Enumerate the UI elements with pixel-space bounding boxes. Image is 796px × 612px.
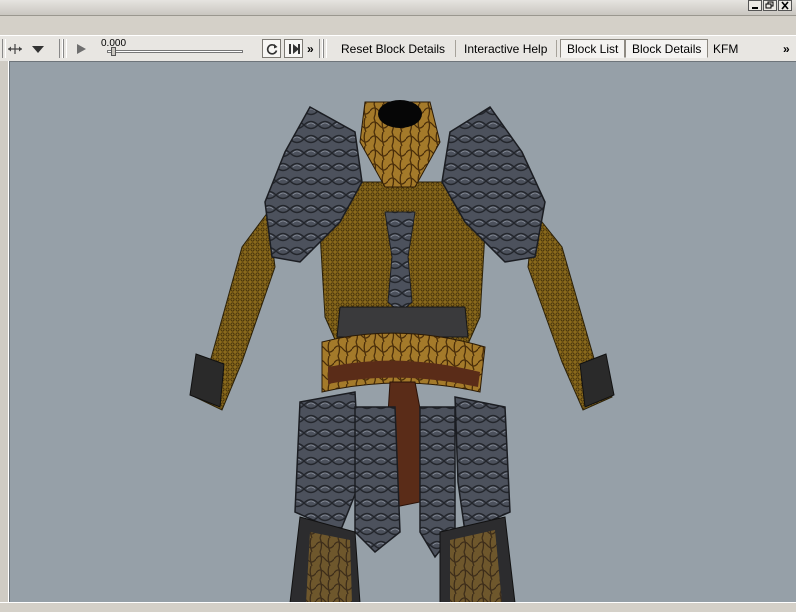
timeline-slider-thumb[interactable] (111, 47, 116, 56)
toolbar-grip[interactable] (323, 39, 327, 58)
play-icon[interactable] (71, 39, 90, 58)
armor-model[interactable] (10, 62, 796, 603)
dropdown-arrow-icon[interactable] (29, 39, 47, 58)
reset-block-details-button[interactable]: Reset Block Details (341, 36, 445, 61)
tab-block-details[interactable]: Block Details (625, 39, 709, 58)
window-controls (748, 0, 792, 11)
interactive-help-button[interactable]: Interactive Help (464, 36, 547, 61)
tab-kfm[interactable]: KFM (706, 39, 745, 58)
close-icon[interactable] (778, 0, 792, 11)
restore-icon[interactable] (763, 0, 777, 11)
timeline-slider[interactable] (107, 50, 243, 53)
toolbar-overflow-button[interactable]: » (783, 36, 790, 61)
left-panel-edge (0, 61, 9, 602)
toolbar-separator (455, 40, 456, 57)
toolbar-separator (556, 40, 557, 57)
window-titlebar (0, 0, 796, 16)
tab-block-list[interactable]: Block List (560, 39, 626, 58)
move-icon[interactable] (6, 39, 24, 58)
toolbar-grip[interactable] (63, 39, 67, 58)
loop-icon[interactable] (262, 39, 281, 58)
render-viewport[interactable] (9, 61, 796, 603)
toolbar-overflow-button[interactable]: » (307, 36, 314, 61)
minimize-icon[interactable] (748, 0, 762, 11)
step-play-icon[interactable] (284, 39, 303, 58)
main-toolbar: 0.000 » Reset Block Details Interactive … (0, 35, 796, 62)
